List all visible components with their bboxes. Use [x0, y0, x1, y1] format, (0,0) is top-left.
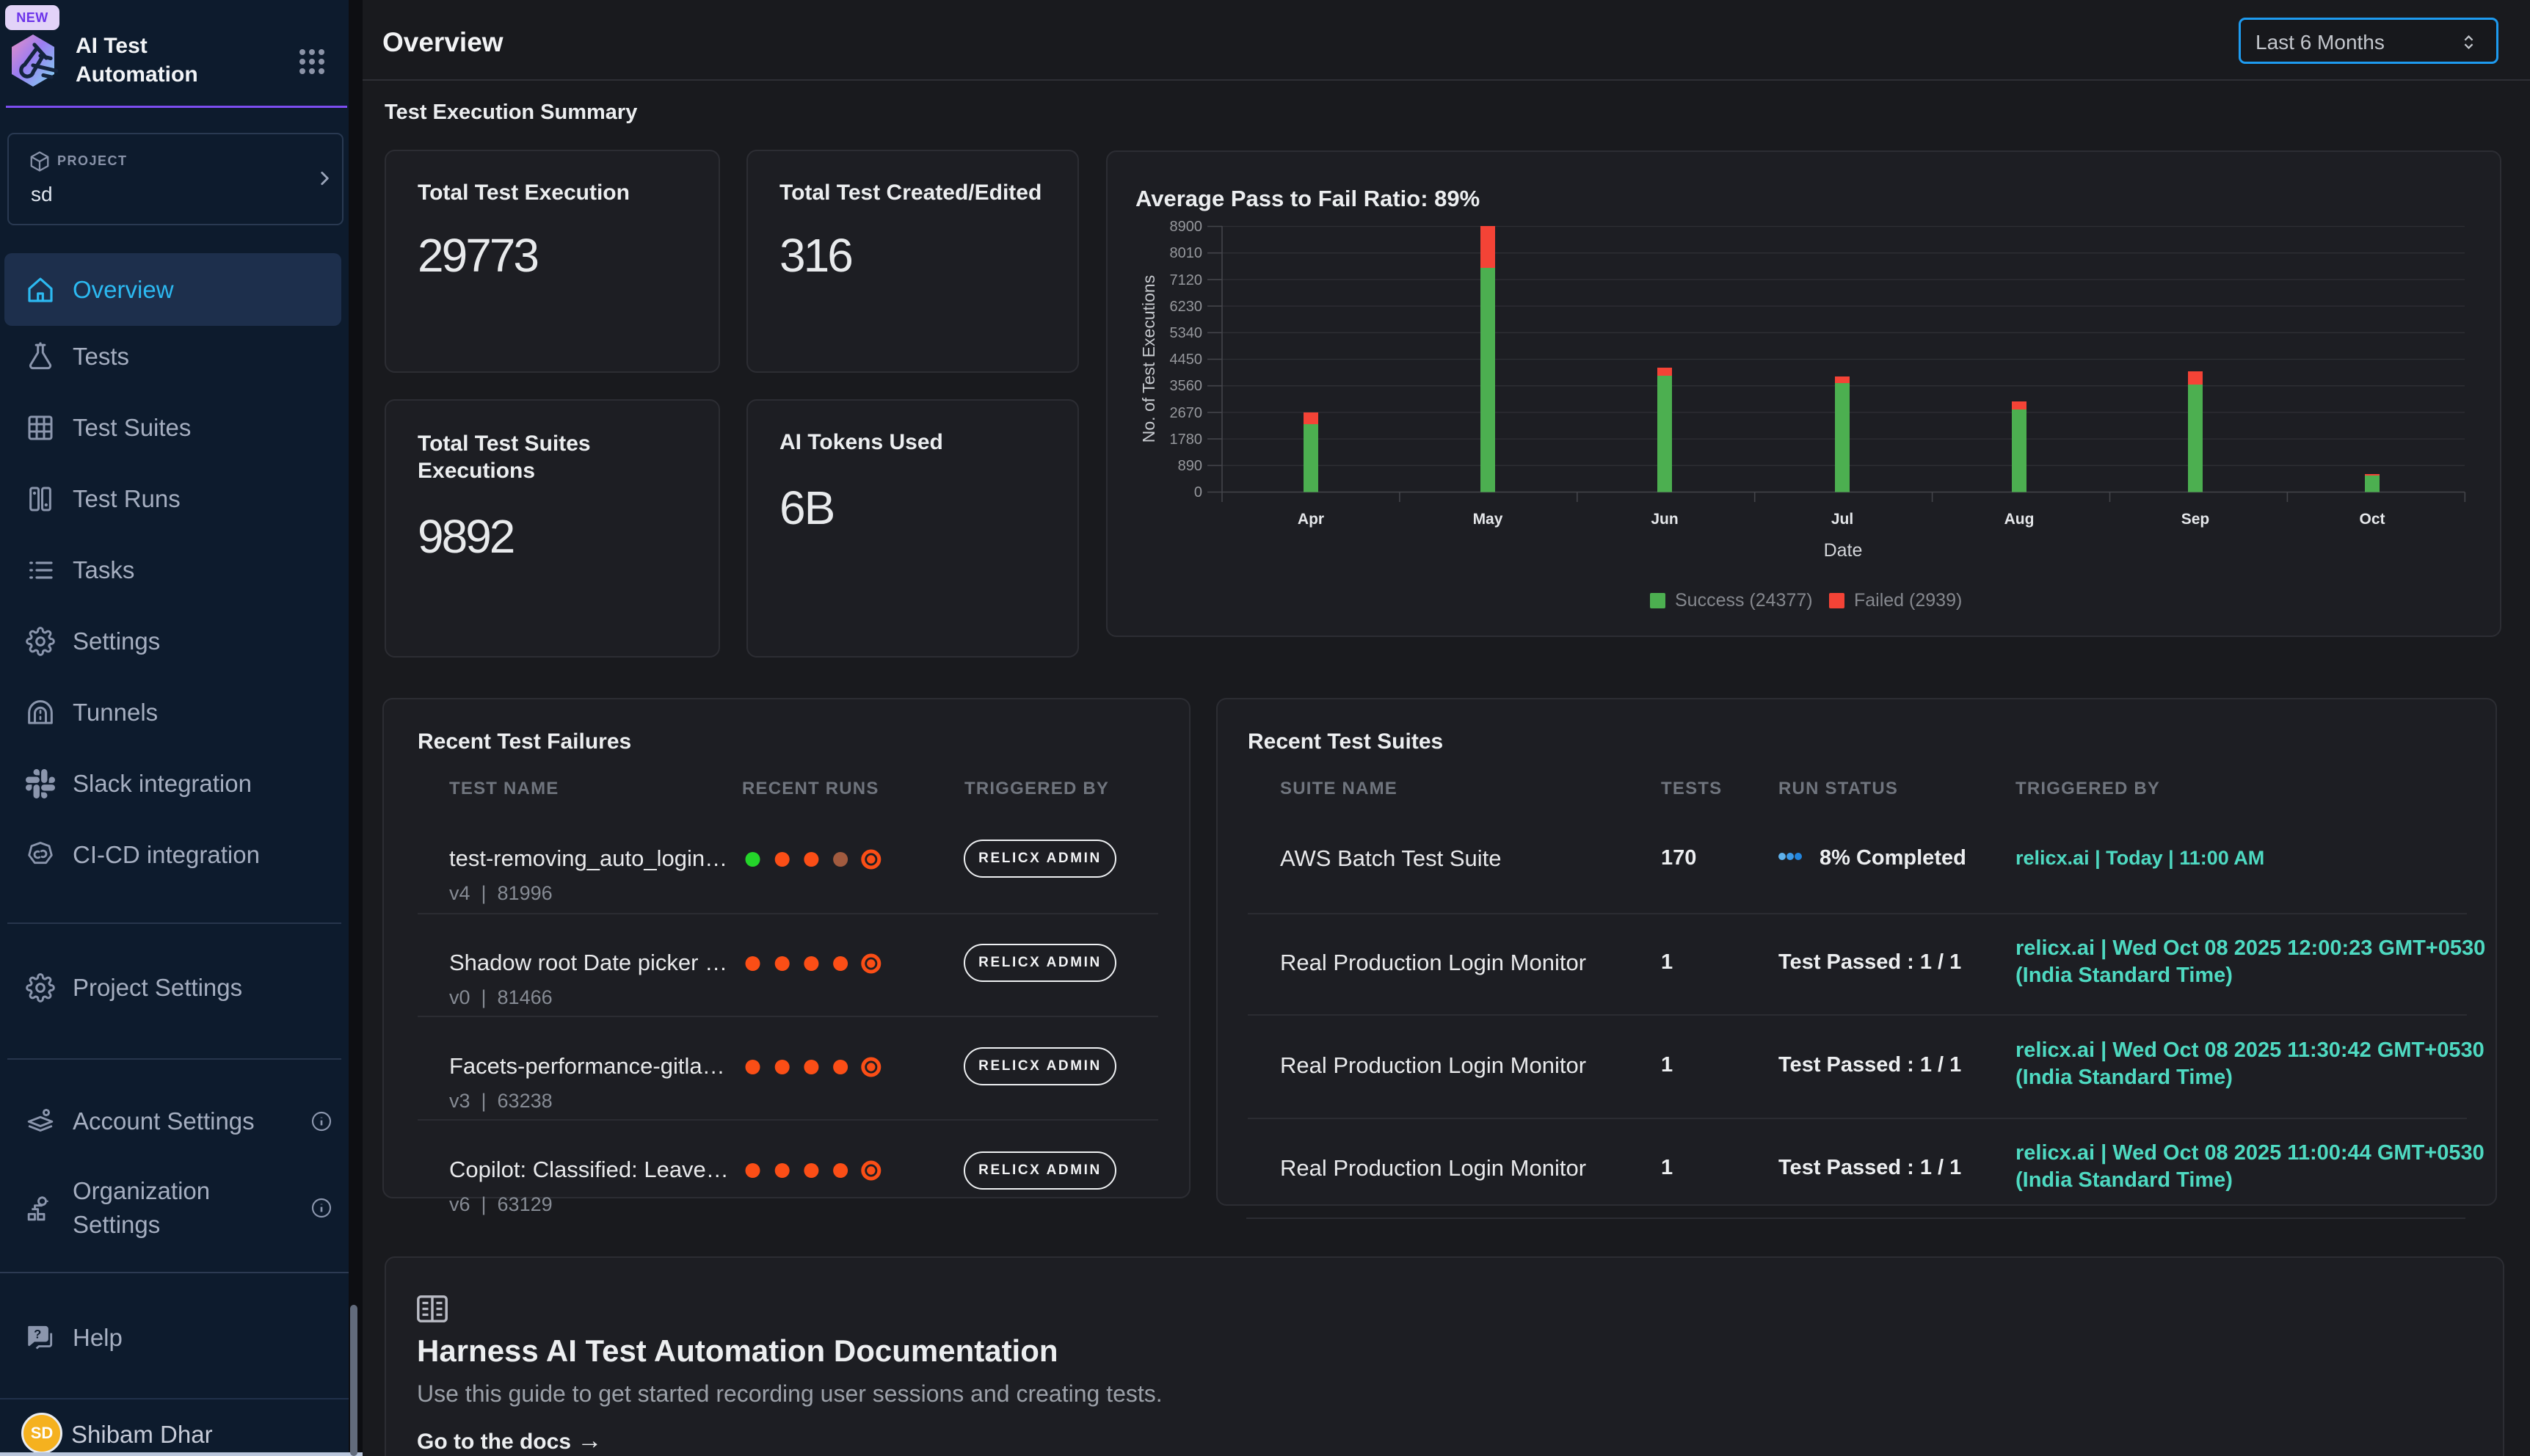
svg-text:0: 0: [1194, 484, 1202, 500]
svg-text:890: 890: [1178, 458, 1202, 474]
svg-text:3560: 3560: [1170, 378, 1203, 394]
svg-text:8900: 8900: [1170, 219, 1203, 235]
svg-text:?: ?: [34, 1327, 41, 1341]
svg-text:May: May: [1473, 511, 1503, 528]
svg-text:Sep: Sep: [2181, 511, 2210, 528]
svg-text:Failed (2939): Failed (2939): [1854, 590, 1962, 611]
svg-text:Jun: Jun: [1651, 511, 1678, 528]
svg-text:Oct: Oct: [2359, 511, 2385, 528]
svg-text:1780: 1780: [1170, 432, 1203, 448]
svg-text:Average Pass to Fail Ratio: 89: Average Pass to Fail Ratio: 89%: [1135, 186, 1480, 211]
svg-text:4450: 4450: [1170, 352, 1203, 368]
svg-text:Aug: Aug: [2004, 511, 2035, 528]
svg-text:No. of Test Executions: No. of Test Executions: [1139, 275, 1158, 443]
svg-text:6230: 6230: [1170, 299, 1203, 315]
svg-text:Apr: Apr: [1298, 511, 1324, 528]
svg-text:7120: 7120: [1170, 272, 1203, 288]
svg-text:2670: 2670: [1170, 405, 1203, 421]
svg-text:8010: 8010: [1170, 245, 1203, 261]
svg-text:Jul: Jul: [1831, 511, 1853, 528]
svg-text:Success (24377): Success (24377): [1675, 590, 1813, 611]
svg-text:5340: 5340: [1170, 325, 1203, 341]
svg-text:Date: Date: [1824, 540, 1863, 561]
